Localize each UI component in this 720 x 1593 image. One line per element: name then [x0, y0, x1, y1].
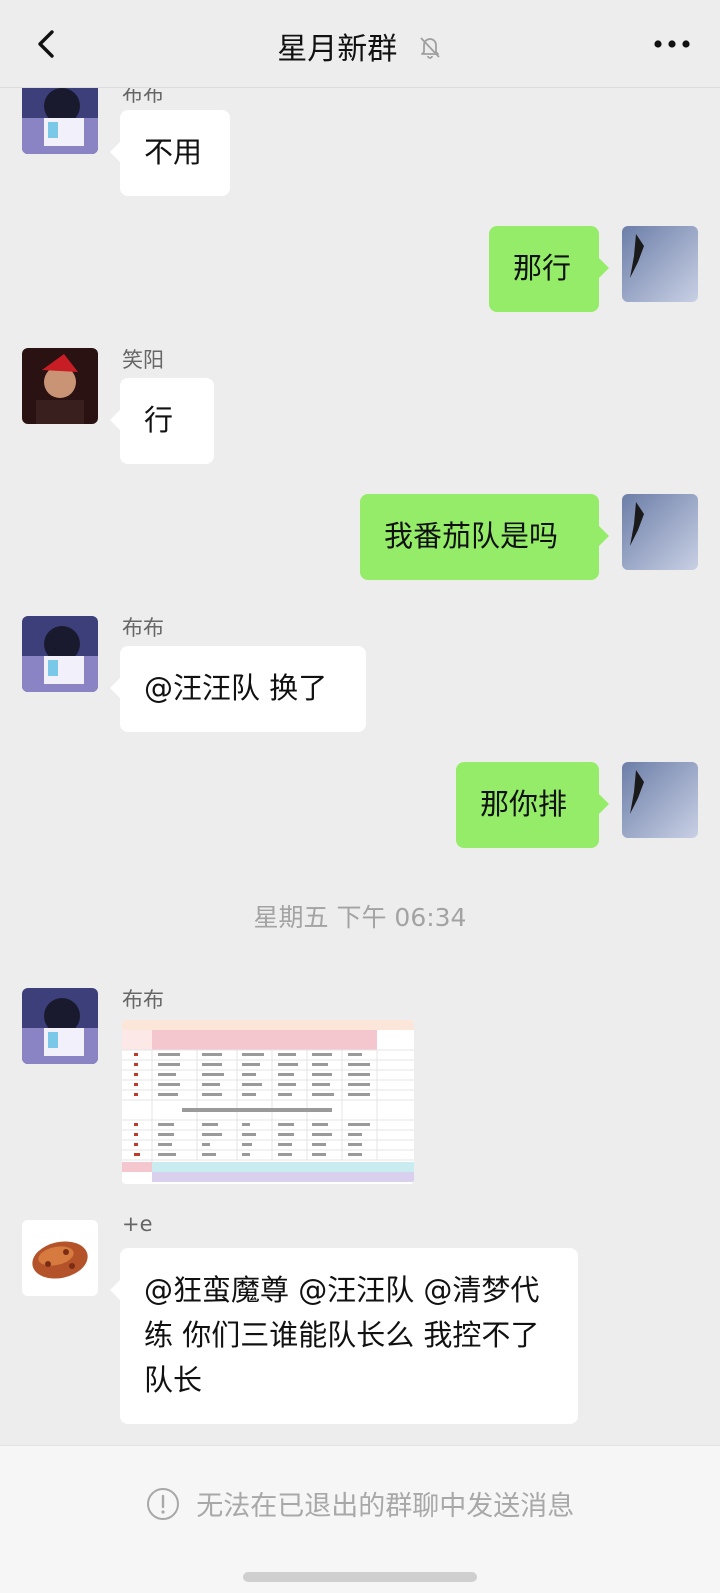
sender-name: 笑阳: [122, 348, 164, 372]
message-bubble[interactable]: 不用: [110, 110, 230, 196]
more-options-button[interactable]: [648, 26, 696, 62]
timestamp: 星期五 下午 06:34: [253, 903, 467, 932]
message-text: @狂蛮魔尊 @汪汪队 @清梦代练 你们三谁能队长么 我控不了队长: [144, 1273, 540, 1397]
message-bubble[interactable]: @汪汪队 换了: [110, 646, 366, 732]
warning-circle-icon: [146, 1487, 180, 1528]
message-bubble-outgoing[interactable]: 那你排: [456, 762, 609, 848]
avatar-bubu[interactable]: [22, 616, 98, 692]
message-text: 不用: [144, 135, 203, 169]
message-bubble[interactable]: 行: [110, 378, 214, 464]
notice-text: 无法在已退出的群聊中发送消息: [196, 1491, 575, 1522]
message-bubble-outgoing[interactable]: 那行: [489, 226, 609, 312]
message-text: 行: [144, 403, 174, 437]
top-bar: 星月新群: [0, 0, 720, 88]
image-message[interactable]: [122, 1020, 414, 1184]
avatar-bubu[interactable]: [22, 78, 98, 154]
avatar-plus-e[interactable]: [22, 1220, 98, 1296]
avatar-self[interactable]: [622, 494, 698, 570]
home-indicator[interactable]: [243, 1572, 477, 1582]
exited-group-notice: 无法在已退出的群聊中发送消息: [0, 1484, 720, 1528]
message-text: @汪汪队 换了: [144, 671, 328, 705]
sender-name: 布布: [122, 988, 164, 1012]
chat-area[interactable]: 布布 不用 那行 笑阳 行 我番茄队是吗 布布 @汪汪队 换了 那你排 星期五 …: [0, 0, 720, 1445]
message-text: 那你排: [480, 787, 568, 821]
bottom-bar: 无法在已退出的群聊中发送消息: [0, 1445, 720, 1593]
message-bubble[interactable]: @狂蛮魔尊 @汪汪队 @清梦代练 你们三谁能队长么 我控不了队长: [110, 1248, 578, 1424]
muted-bell-icon: [417, 33, 443, 68]
chat-title: 星月新群: [0, 24, 720, 68]
avatar-bubu[interactable]: [22, 988, 98, 1064]
page-title: 星月新群: [277, 32, 398, 67]
sender-name: +e: [122, 1212, 153, 1236]
spreadsheet-image: [122, 1020, 414, 1184]
sender-name: 布布: [122, 616, 164, 640]
more-dots-icon: [654, 40, 690, 48]
message-bubble-outgoing[interactable]: 我番茄队是吗: [360, 494, 609, 580]
avatar-self[interactable]: [622, 226, 698, 302]
avatar-xiaoyang[interactable]: [22, 348, 98, 424]
message-text: 我番茄队是吗: [384, 519, 559, 553]
message-text: 那行: [513, 251, 572, 285]
avatar-self[interactable]: [622, 762, 698, 838]
